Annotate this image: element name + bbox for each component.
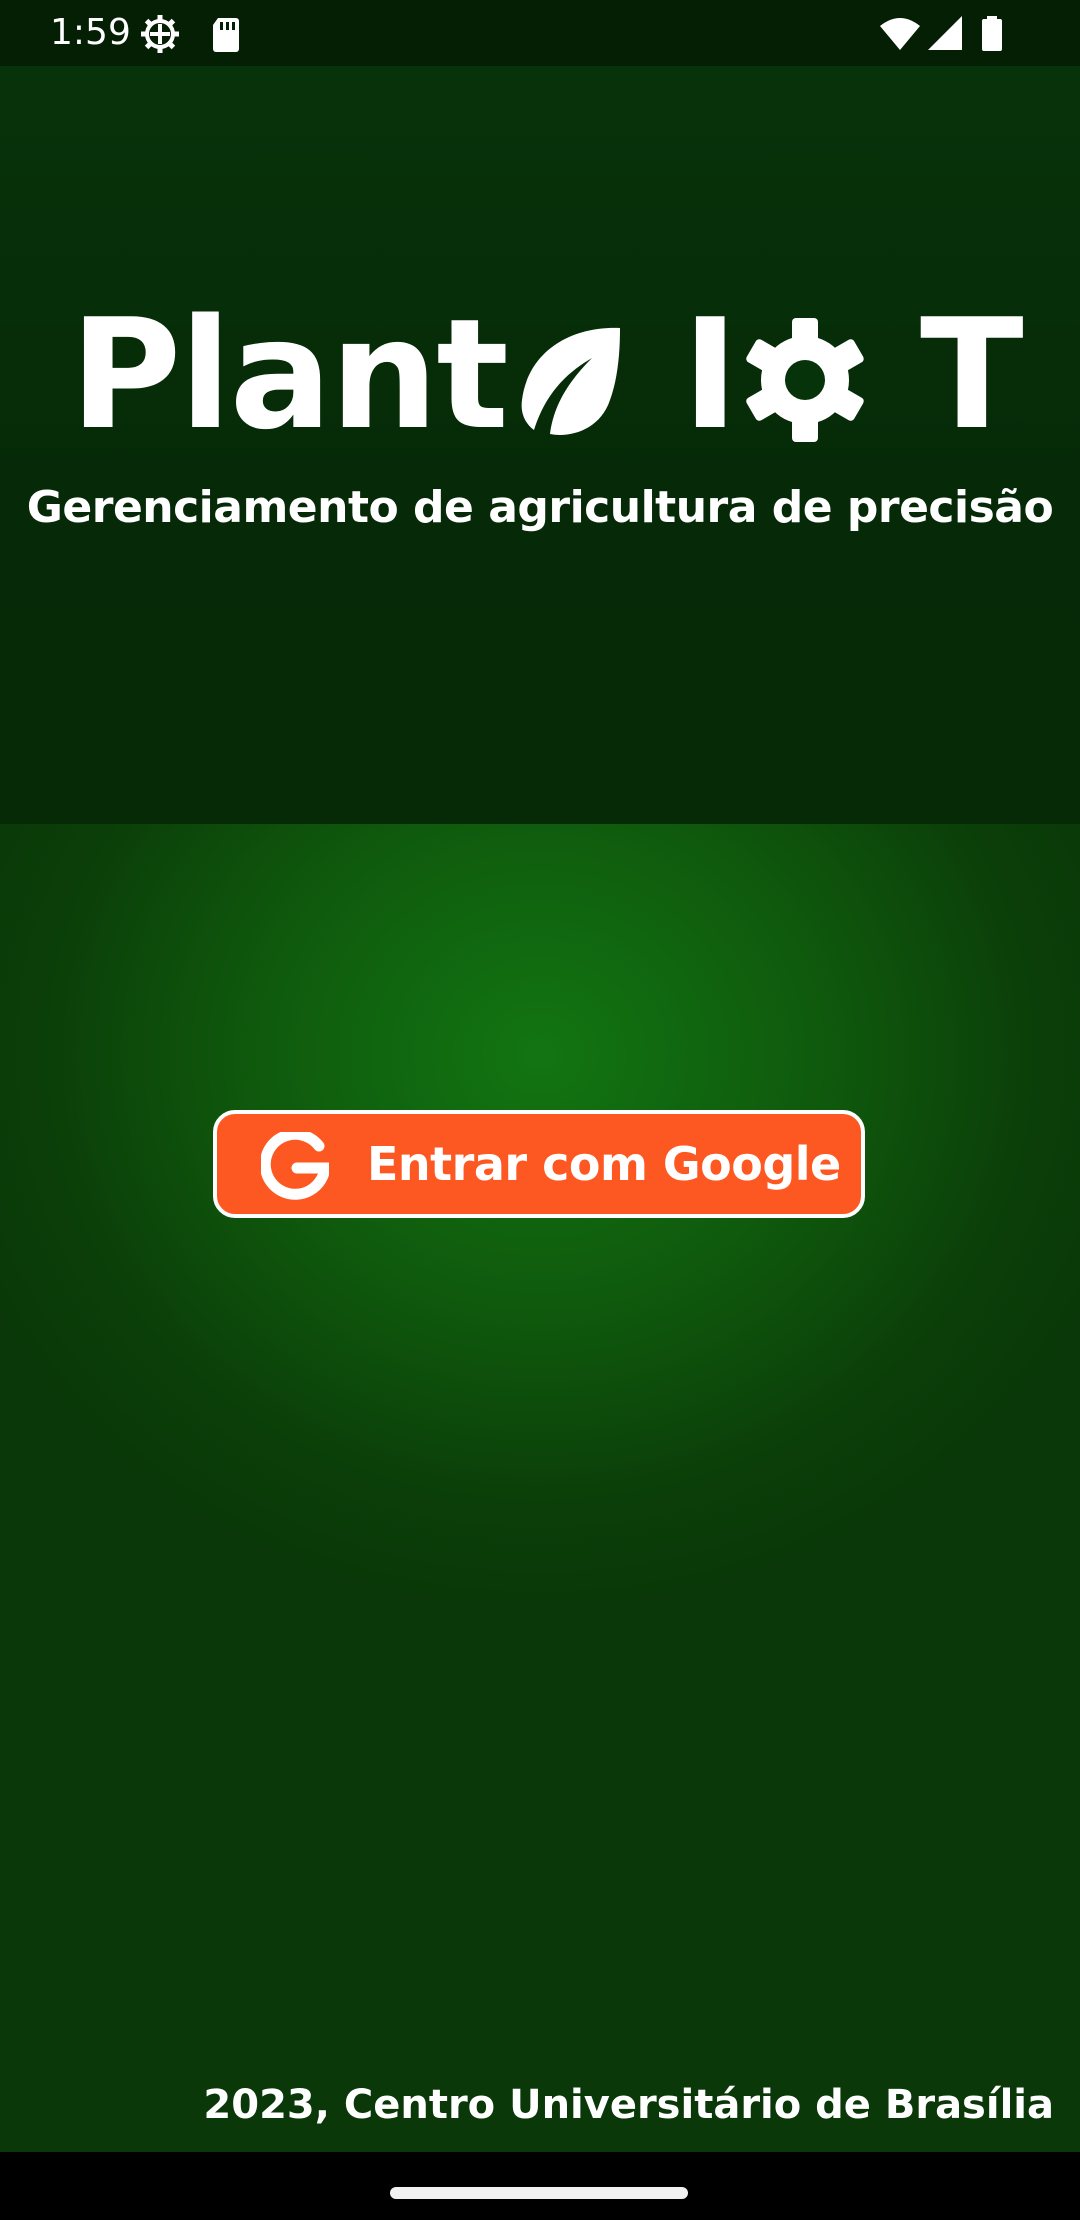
gear-icon bbox=[746, 318, 864, 442]
logo-word-plant: Plant bbox=[70, 286, 509, 463]
cell-signal-icon bbox=[928, 16, 962, 50]
navigation-bar bbox=[0, 2152, 1080, 2220]
app-logo: Plant I T bbox=[70, 286, 1024, 463]
app-subtitle: Gerenciamento de agricultura de precisão bbox=[26, 482, 1054, 533]
google-sign-in-button[interactable]: Entrar com Google bbox=[213, 1110, 865, 1218]
google-g-icon bbox=[261, 1132, 329, 1200]
login-area bbox=[0, 824, 1080, 2152]
leaf-icon bbox=[521, 327, 620, 435]
settings-gear-icon bbox=[141, 15, 179, 53]
logo-word-i: I bbox=[682, 286, 739, 463]
footer-credit: 2023, Centro Universitário de Brasília bbox=[203, 2082, 1054, 2128]
app-screen: 1:59 Plant I T Gerenciamento de agricult… bbox=[0, 0, 1080, 2220]
status-bar: 1:59 bbox=[0, 0, 1080, 66]
sd-card-icon bbox=[213, 18, 239, 52]
wifi-icon bbox=[880, 18, 920, 50]
status-time: 1:59 bbox=[50, 12, 131, 53]
logo-word-t: T bbox=[920, 286, 1024, 463]
google-button-label: Entrar com Google bbox=[367, 1137, 841, 1191]
battery-icon bbox=[982, 16, 1002, 51]
home-gesture-handle[interactable] bbox=[390, 2187, 688, 2199]
